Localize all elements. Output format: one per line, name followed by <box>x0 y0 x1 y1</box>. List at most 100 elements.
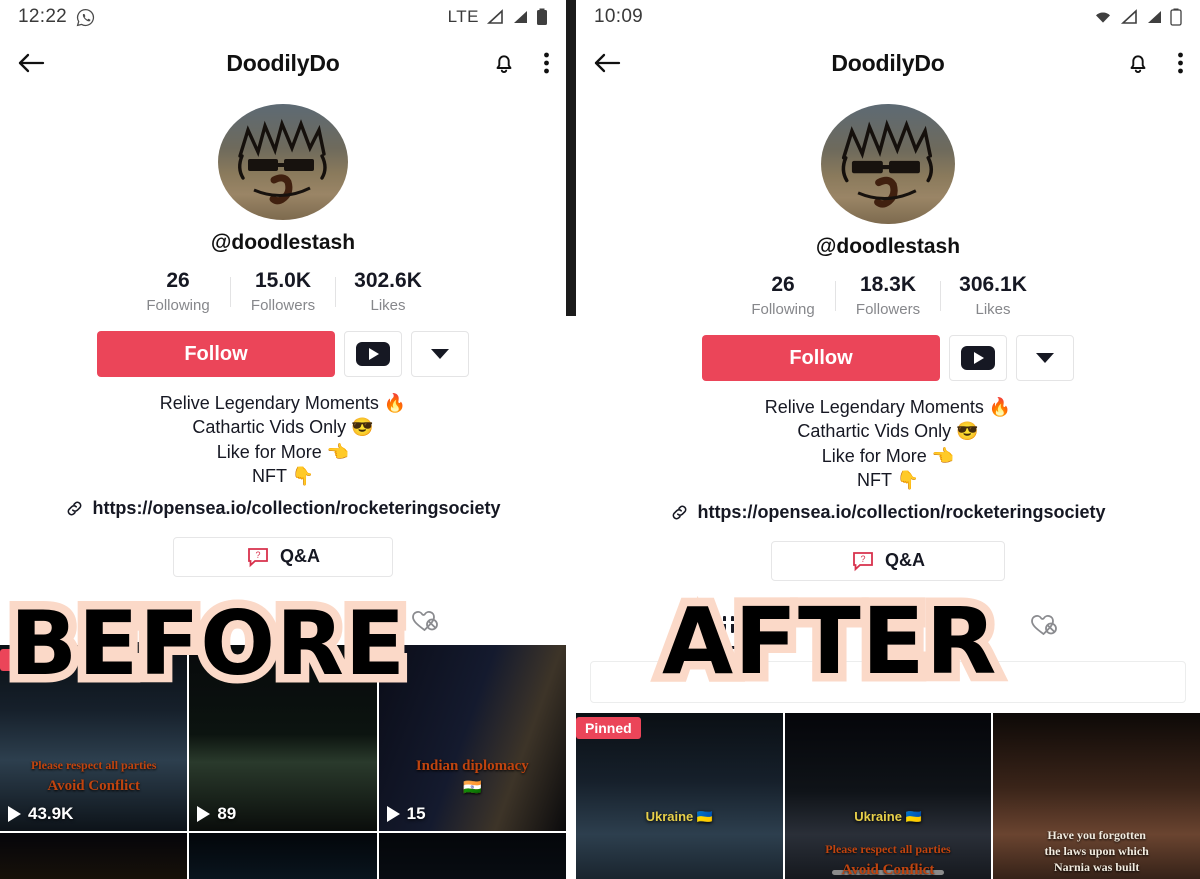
follow-button[interactable]: Follow <box>97 331 335 377</box>
header-actions-left <box>491 50 550 76</box>
stat-followers[interactable]: 15.0K Followers <box>231 269 335 314</box>
heart-slash-icon <box>410 608 440 634</box>
qa-chat-icon: ? <box>246 546 270 568</box>
chevron-down-icon <box>1036 353 1054 363</box>
signal-icon <box>1145 9 1163 25</box>
bell-icon[interactable] <box>491 50 517 76</box>
header-actions-right <box>1125 50 1184 76</box>
before-overlay-label: BEFORE <box>2 584 414 704</box>
play-count-value: 89 <box>217 803 237 823</box>
back-arrow-icon[interactable] <box>16 50 46 76</box>
stat-likes[interactable]: 306.1K Likes <box>941 273 1045 318</box>
bio-link-row[interactable]: https://opensea.io/collection/rocketerin… <box>65 498 501 519</box>
doodle-face-avatar <box>821 104 955 224</box>
more-options-button[interactable] <box>1016 335 1074 381</box>
stat-value: 26 <box>771 273 795 296</box>
qa-chat-icon: ? <box>851 550 875 572</box>
profile-bio-left: Relive Legendary Moments 🔥 Cathartic Vid… <box>65 391 501 519</box>
youtube-button[interactable] <box>949 335 1007 381</box>
stat-value: 302.6K <box>354 269 422 292</box>
video-caption: Please respect all parties <box>30 757 157 772</box>
stat-following[interactable]: 26 Following <box>126 269 230 314</box>
status-left-group: 12:22 <box>18 6 95 28</box>
qa-button[interactable]: ? Q&A <box>771 540 1005 581</box>
avatar[interactable] <box>218 104 348 220</box>
profile-actions-right: Follow <box>702 335 1074 381</box>
qa-button[interactable]: ? Q&A <box>173 536 393 577</box>
video-caption-emoji: 🇮🇳 <box>462 779 482 796</box>
stat-followers[interactable]: 18.3K Followers <box>836 273 940 318</box>
bio-line: Cathartic Vids Only 😎 <box>192 417 374 438</box>
play-icon <box>386 805 400 822</box>
video-cell[interactable]: Ukraine 🇺🇦 Please respect all parties Av… <box>784 712 992 879</box>
before-panel: 12:22 LTE DoodilyDo @doodlestash 26 Foll… <box>0 0 566 879</box>
stat-following[interactable]: 26 Following <box>731 273 835 318</box>
bio-link[interactable]: https://opensea.io/collection/rocketerin… <box>697 502 1105 523</box>
avatar[interactable] <box>821 104 955 224</box>
profile-stats-left: 26 Following 15.0K Followers 302.6K Like… <box>126 269 440 314</box>
stat-label: Followers <box>855 301 921 318</box>
svg-text:?: ? <box>860 554 865 564</box>
video-play-count: 15 <box>386 804 426 824</box>
video-tag: Ukraine 🇺🇦 <box>854 808 922 824</box>
play-icon <box>8 805 21 822</box>
more-vertical-icon[interactable] <box>543 50 550 76</box>
qa-button-label: Q&A <box>885 550 925 571</box>
video-caption: Avoid Conflict <box>47 777 140 794</box>
video-play-count: 43.9K <box>8 804 73 824</box>
more-vertical-icon[interactable] <box>1177 50 1184 76</box>
video-play-count: 89 <box>197 804 236 824</box>
stat-label: Following <box>146 297 210 314</box>
video-cell[interactable] <box>0 832 188 879</box>
link-icon <box>65 499 84 518</box>
video-caption: Have you forgotten <box>1047 827 1146 842</box>
bio-link-row[interactable]: https://opensea.io/collection/rocketerin… <box>670 502 1106 523</box>
bio-link[interactable]: https://opensea.io/collection/rocketerin… <box>92 498 500 519</box>
bell-icon[interactable] <box>1125 50 1151 76</box>
bio-line: Like for More 👈 <box>821 445 955 466</box>
status-bar-right: 10:09 <box>576 0 1200 34</box>
battery-icon <box>536 8 548 26</box>
video-grid-right: Pinned Ukraine 🇺🇦 24.5K Ukraine 🇺🇦 Pleas… <box>576 712 1200 879</box>
chevron-down-icon <box>431 349 449 359</box>
wifi-icon <box>1093 9 1113 25</box>
bio-line: Relive Legendary Moments 🔥 <box>159 393 407 413</box>
page-title: DoodilyDo <box>831 49 945 76</box>
doodle-face-avatar <box>218 104 348 220</box>
video-cell[interactable]: Pinned Ukraine 🇺🇦 24.5K <box>576 712 783 879</box>
panel-divider <box>566 0 576 316</box>
video-cell[interactable]: TikTok @doodlestash <box>189 832 377 879</box>
link-icon <box>670 503 689 522</box>
video-cell[interactable] <box>378 832 566 879</box>
more-options-button[interactable] <box>411 331 469 377</box>
video-caption: the laws upon which <box>1044 843 1149 858</box>
stat-label: Likes <box>370 297 406 314</box>
profile-handle: @doodlestash <box>210 231 356 254</box>
bio-line: Relive Legendary Moments 🔥 <box>764 397 1012 417</box>
back-arrow-icon[interactable] <box>592 50 622 76</box>
stat-likes[interactable]: 302.6K Likes <box>336 269 440 314</box>
status-right-group: LTE <box>448 7 548 27</box>
bio-line: NFT 👇 <box>251 466 315 487</box>
signal-icon <box>1120 9 1138 25</box>
status-right-group <box>1093 8 1182 26</box>
comparison-screenshot: 12:22 LTE DoodilyDo @doodlestash 26 Foll… <box>0 0 1200 879</box>
video-caption: Indian diplomacy <box>415 757 529 774</box>
youtube-button[interactable] <box>344 331 402 377</box>
stat-label: Followers <box>250 297 316 314</box>
stat-value: 26 <box>166 269 190 292</box>
video-cell[interactable]: Indian diplomacy 🇮🇳 15 <box>378 644 566 831</box>
follow-button[interactable]: Follow <box>702 335 940 381</box>
profile-handle: @doodlestash <box>815 235 961 258</box>
after-panel: 10:09 DoodilyDo @doodlestash 26 Followin… <box>576 0 1200 879</box>
whatsapp-icon <box>76 8 95 27</box>
pinned-badge: Pinned <box>576 716 641 739</box>
bio-line: Like for More 👈 <box>216 441 350 462</box>
app-header-right: DoodilyDo <box>576 34 1200 92</box>
bio-line: NFT 👇 <box>856 470 920 491</box>
video-cell[interactable]: Have you forgotten the laws upon which N… <box>993 712 1200 879</box>
play-icon <box>197 805 211 822</box>
video-caption: Avoid Conflict <box>841 861 935 878</box>
profile-stats-right: 26 Following 18.3K Followers 306.1K Like… <box>731 273 1045 318</box>
qa-button-label: Q&A <box>280 546 320 567</box>
